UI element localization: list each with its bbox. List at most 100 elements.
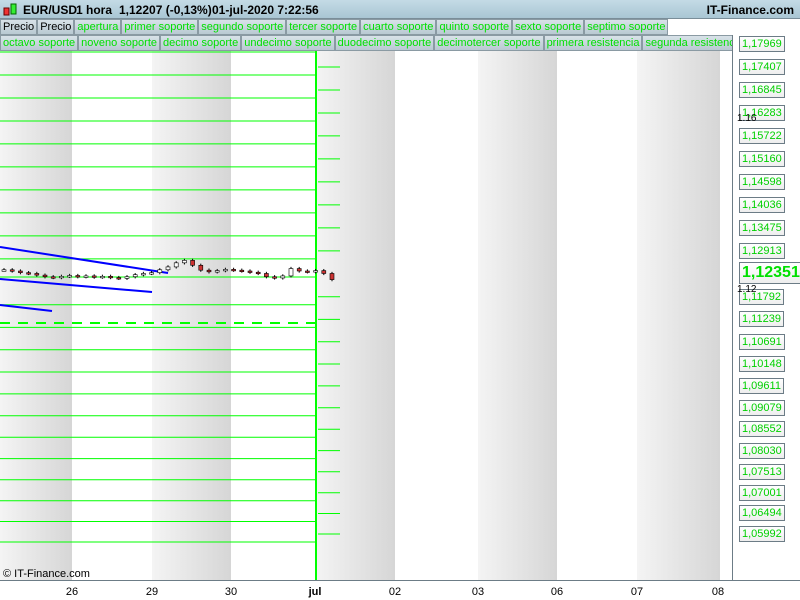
candle-body [141, 273, 146, 276]
date-label: 26 [65, 586, 79, 598]
title-bar: EUR/USD 1 hora 1,12207 (-0,13%) 01-jul-2… [0, 0, 800, 19]
candle-body [173, 262, 179, 268]
date-label: 03 [471, 586, 485, 598]
tab-quinto-soporte[interactable]: quinto soporte [436, 19, 513, 35]
candle-body [239, 269, 245, 272]
indicator-tabs-row1: Precio Precio apertura primer soporte segund… [0, 19, 669, 35]
price-chart[interactable] [0, 51, 732, 580]
date-label: 02 [388, 586, 402, 598]
candle-body [190, 260, 195, 266]
price-level-label: 1,17407 [739, 58, 785, 75]
tab-septimo-soporte[interactable]: septimo soporte [584, 19, 669, 35]
candle-body [59, 276, 64, 279]
brand: IT-Finance.com [706, 3, 794, 17]
price-level-label: 1,08552 [739, 421, 785, 438]
session-band [637, 51, 720, 580]
tab-apertura[interactable]: apertura [74, 19, 122, 35]
tab-decimotercer-soporte[interactable]: decimotercer soporte [434, 35, 544, 51]
date-label: 29 [145, 586, 159, 598]
candle-body [116, 277, 122, 280]
candle-body [247, 270, 253, 273]
candle-body [83, 275, 89, 278]
price-level-label: 1,10691 [739, 333, 785, 350]
price-level-label: 1,14036 [739, 196, 785, 213]
candle-body [296, 268, 302, 272]
candle-body [34, 273, 40, 276]
tab-decimo-soporte[interactable]: decimo soporte [160, 35, 242, 51]
indicator-tabs-row2: octavo soporte noveno soporte decimo sopor… [0, 35, 747, 51]
candle-body [313, 270, 318, 273]
price-level-label: 1,09611 [739, 377, 784, 394]
candle-body [321, 270, 327, 274]
tab-undecimo-soporte[interactable]: undecimo soporte [241, 35, 335, 51]
candle-body [26, 272, 31, 275]
price-level-label: 1,08030 [739, 442, 785, 459]
session-band [315, 51, 395, 580]
price-level-label: 1,11239 [739, 311, 784, 328]
candle-body [264, 273, 269, 278]
candle-body [1, 269, 7, 272]
price-level-label: 1,13475 [739, 219, 785, 236]
candle-body [214, 270, 220, 273]
candle-body [231, 269, 236, 272]
price-level-label: 1,15160 [739, 150, 785, 167]
candle-body [132, 274, 138, 278]
tab-primer-soporte[interactable]: primer soporte [121, 19, 199, 35]
candlestick-logo-icon [3, 3, 17, 16]
candle-body [108, 276, 113, 279]
candle-body [206, 269, 212, 273]
price-level-label: 1,09079 [739, 399, 785, 416]
price-axis: 1,17969 1,17407 1,16845 1,16283 1,15722 1,151… [732, 35, 800, 580]
tab-sexto-soporte[interactable]: sexto soporte [512, 19, 585, 35]
last-price: 1,12207 (-0,13%) [119, 3, 212, 17]
candle-body [91, 275, 97, 278]
date-axis: 26 29 30 jul 02 03 06 07 08 [0, 580, 800, 600]
tab-Precio[interactable]: Precio [0, 19, 38, 35]
price-level-label: 1,17969 [739, 36, 785, 52]
candle-body [288, 268, 294, 277]
tab-segunda-resistencia[interactable]: segunda resistencia [642, 35, 747, 51]
tab-Precio[interactable]: Precio [37, 19, 75, 35]
date-label: 08 [711, 586, 725, 598]
candle-body [329, 273, 335, 280]
candle-body [149, 272, 154, 275]
tab-cuarto-soporte[interactable]: cuarto soporte [360, 19, 437, 35]
price-level-label: 1,10148 [739, 355, 785, 372]
candle-body [272, 276, 277, 279]
price-level-label: 1,07513 [739, 463, 785, 480]
date-label: jul [308, 586, 322, 598]
candle-body [100, 276, 105, 279]
tab-tercer-soporte[interactable]: tercer soporte [286, 19, 361, 35]
price-level-label: 1,05992 [739, 525, 785, 542]
tab-segundo-soporte[interactable]: segundo soporte [198, 19, 287, 35]
candle-body [255, 271, 261, 275]
grid-price-label: 1.16 [737, 113, 757, 124]
tab-octavo-soporte[interactable]: octavo soporte [0, 35, 79, 51]
price-level-label: 1,12913 [739, 242, 785, 259]
date-label: 06 [550, 586, 564, 598]
candle-body [198, 264, 204, 271]
tab-duodecimo-soporte[interactable]: duodecimo soporte [334, 35, 435, 51]
candle-body [280, 275, 286, 279]
candle-body [305, 270, 310, 273]
candle-body [157, 269, 163, 273]
candle-body [165, 266, 171, 271]
candle-body [50, 276, 56, 279]
candle-body [9, 269, 15, 272]
current-price-label: 1,12351 [739, 262, 800, 284]
price-level-label: 1,14598 [739, 173, 785, 190]
date-label: 30 [224, 586, 238, 598]
date-label: 07 [630, 586, 644, 598]
tab-primera-resistencia[interactable]: primera resistencia [543, 35, 643, 51]
datetime: 01-jul-2020 7:22:56 [212, 3, 319, 17]
candle-body [182, 260, 187, 264]
copyright: © IT-Finance.com [3, 568, 90, 580]
interval: 1 hora [76, 3, 113, 17]
price-level-label: 1,07001 [739, 484, 785, 501]
symbol: EUR/USD [23, 3, 78, 17]
candle-body [75, 275, 81, 278]
session-band [478, 51, 557, 580]
tab-noveno-soporte[interactable]: noveno soporte [78, 35, 160, 51]
price-level-label: 1,06494 [739, 505, 785, 522]
candle-body [67, 275, 72, 278]
